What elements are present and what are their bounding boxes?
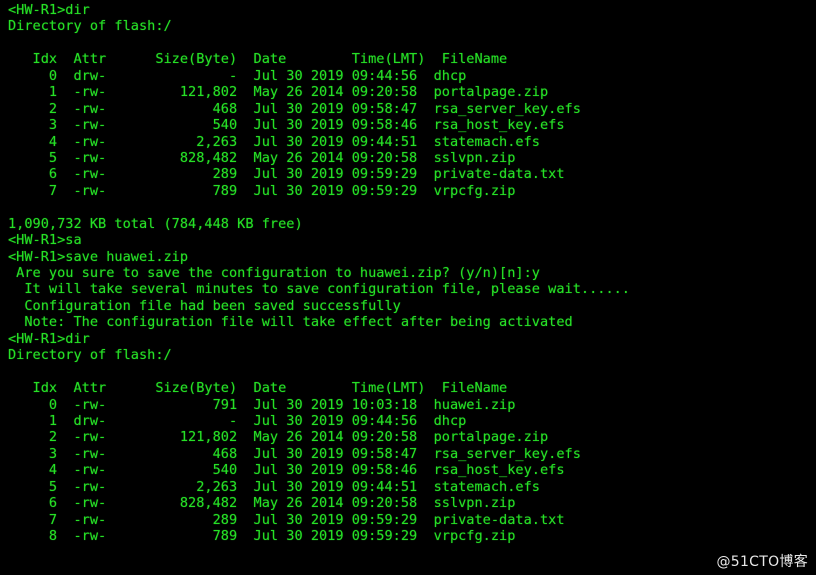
console-line-command: <HW-R1>save huawei.zip <box>8 248 189 265</box>
console-line-command: <HW-R1>dir <box>8 2 90 18</box>
console-line-header: Idx Attr Size(Byte) Date Time(LMT) FileN… <box>8 51 508 68</box>
console-line-output: 1,090,732 KB total (784,448 KB free) <box>8 215 303 232</box>
console-line-row: 0 -rw- 791 Jul 30 2019 10:03:18 huawei.z… <box>8 396 516 413</box>
console-line-output: Note: The configuration file will take e… <box>8 314 573 331</box>
console-line-command: <HW-R1>sa <box>8 232 82 249</box>
console-line-row: 2 -rw- 468 Jul 30 2019 09:58:47 rsa_serv… <box>8 100 581 117</box>
console-line-row: 2 -rw- 121,802 May 26 2014 09:20:58 port… <box>8 429 549 446</box>
console-line-output: Configuration file had been saved succes… <box>8 297 401 314</box>
console-line-output: Directory of flash:/ <box>8 18 172 35</box>
console-line-row: 4 -rw- 540 Jul 30 2019 09:58:46 rsa_host… <box>8 462 565 479</box>
console-line-header: Idx Attr Size(Byte) Date Time(LMT) FileN… <box>8 380 508 397</box>
console-line-row: 6 -rw- 289 Jul 30 2019 09:59:29 private-… <box>8 166 565 183</box>
console-output: <HW-R1>dir Directory of flash:/ Idx Attr … <box>8 2 816 544</box>
console-line-row: 8 -rw- 789 Jul 30 2019 09:59:29 vrpcfg.z… <box>8 528 516 544</box>
console-line-output: Are you sure to save the configuration t… <box>8 265 540 281</box>
console-line-row: 7 -rw- 789 Jul 30 2019 09:59:29 vrpcfg.z… <box>8 182 516 199</box>
console-line-row: 4 -rw- 2,263 Jul 30 2019 09:44:51 statem… <box>8 133 540 150</box>
console-line-row: 5 -rw- 828,482 May 26 2014 09:20:58 sslv… <box>8 149 516 166</box>
console-line-row: 3 -rw- 540 Jul 30 2019 09:58:46 rsa_host… <box>8 117 565 134</box>
console-line-row: 1 drw- - Jul 30 2019 09:44:56 dhcp <box>8 412 467 429</box>
terminal-console[interactable]: <HW-R1>dir Directory of flash:/ Idx Attr … <box>0 0 816 575</box>
console-line-row: 3 -rw- 468 Jul 30 2019 09:58:47 rsa_serv… <box>8 445 581 462</box>
console-line-output: Directory of flash:/ <box>8 347 172 364</box>
site-watermark: @51CTO博客 <box>716 554 808 570</box>
console-line-row: 1 -rw- 121,802 May 26 2014 09:20:58 port… <box>8 84 549 101</box>
console-line-row: 6 -rw- 828,482 May 26 2014 09:20:58 sslv… <box>8 495 516 512</box>
console-line-output: It will take several minutes to save con… <box>8 281 630 298</box>
console-line-row: 0 drw- - Jul 30 2019 09:44:56 dhcp <box>8 67 467 84</box>
console-line-command: <HW-R1>dir <box>8 330 90 347</box>
console-line-row: 5 -rw- 2,263 Jul 30 2019 09:44:51 statem… <box>8 478 540 495</box>
console-line-row: 7 -rw- 289 Jul 30 2019 09:59:29 private-… <box>8 511 565 528</box>
